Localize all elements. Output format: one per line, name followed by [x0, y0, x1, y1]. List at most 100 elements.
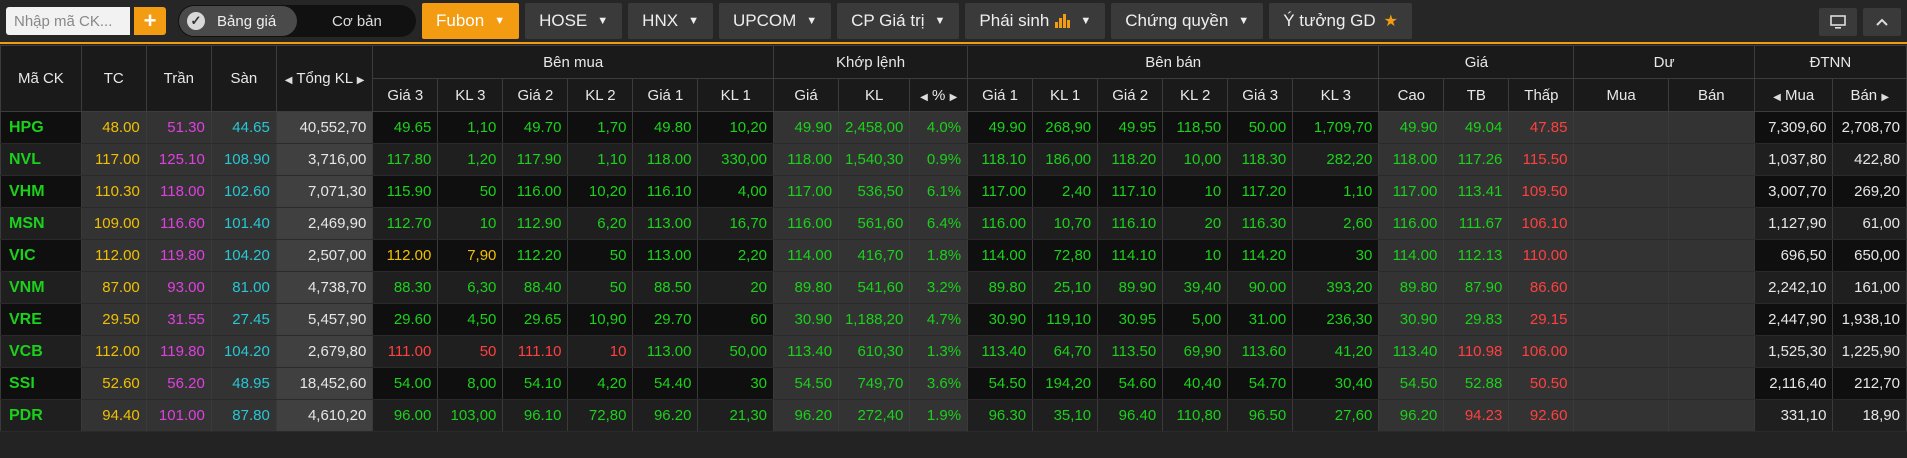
nav-label: Fubon	[436, 11, 485, 30]
table-row[interactable]: VRE 29.50 31.55 27.45 5,457,90 29.60 4,50 29.65…	[0, 303, 1907, 336]
cell-mp: 30.90	[773, 303, 840, 336]
cell-sym[interactable]: SSI	[0, 367, 82, 400]
price-board-body: HPG 48.00 51.30 44.65 40,552,70 49.65 1,10 49.7…	[0, 111, 1907, 432]
nav-chung-quyen[interactable]: Chứng quyền ▼	[1111, 3, 1264, 39]
cell-tran: 116.60	[145, 207, 212, 240]
header-group-row: Mã CK TC Trần Sàn ◀ Tổng KL ▶ Bên mua Kh…	[0, 45, 1907, 112]
table-row[interactable]: VCB 112.00 119.80 104.20 2,679,80 111.00 50 111…	[0, 335, 1907, 368]
col-high[interactable]: Cao	[1378, 78, 1445, 112]
cell-sym[interactable]: VRE	[0, 303, 82, 336]
cell-s1: 54.50	[967, 367, 1034, 400]
col-match-price[interactable]: Giá	[773, 78, 840, 112]
col-symbol[interactable]: Mã CK	[0, 45, 82, 112]
col-low[interactable]: Thấp	[1508, 78, 1575, 112]
cell-tc: 112.00	[80, 335, 147, 368]
chevron-up-icon[interactable]	[1863, 8, 1901, 36]
col-buy-vol-1[interactable]: KL 1	[697, 78, 775, 112]
cell-low: 110.00	[1508, 239, 1575, 272]
cell-sym[interactable]: VHM	[0, 175, 82, 208]
chevron-down-icon: ▼	[1080, 15, 1092, 27]
col-total-volume[interactable]: ◀ Tổng KL ▶	[275, 45, 374, 112]
col-avg[interactable]: TB	[1443, 78, 1510, 112]
cell-rbuy	[1573, 335, 1669, 368]
cell-s2: 118.20	[1097, 143, 1164, 176]
col-buy-price-2[interactable]: Giá 2	[502, 78, 569, 112]
col-foreign-buy[interactable]: ◀ Mua	[1753, 78, 1834, 112]
cell-sym[interactable]: VCB	[0, 335, 82, 368]
caret-right-icon[interactable]: ▶	[1881, 92, 1889, 103]
cell-sym[interactable]: HPG	[0, 111, 82, 144]
table-row[interactable]: HPG 48.00 51.30 44.65 40,552,70 49.65 1,10 49.7…	[0, 111, 1907, 144]
col-ref[interactable]: TC	[80, 45, 147, 112]
caret-left-icon[interactable]: ◀	[285, 75, 293, 86]
cell-sym[interactable]: PDR	[0, 399, 82, 432]
cell-rbuy	[1573, 143, 1669, 176]
cell-bk2: 6,20	[567, 207, 634, 240]
col-sell-price-1[interactable]: Giá 1	[967, 78, 1034, 112]
cell-tc: 109.00	[80, 207, 147, 240]
symbol-search-input[interactable]	[6, 7, 130, 35]
cell-b2: 112.20	[502, 239, 569, 272]
col-residual-sell[interactable]: Bán	[1667, 78, 1755, 112]
monitor-icon[interactable]	[1819, 8, 1857, 36]
cell-s1: 113.40	[967, 335, 1034, 368]
cell-b1: 96.20	[632, 399, 699, 432]
cell-b2: 96.10	[502, 399, 569, 432]
col-buy-vol-2[interactable]: KL 2	[567, 78, 634, 112]
col-buy-price-1[interactable]: Giá 1	[632, 78, 699, 112]
table-row[interactable]: VIC 112.00 119.80 104.20 2,507,00 112.00 7,90 1…	[0, 239, 1907, 272]
col-sell-price-2[interactable]: Giá 2	[1097, 78, 1164, 112]
cell-sym[interactable]: MSN	[0, 207, 82, 240]
col-residual-buy[interactable]: Mua	[1573, 78, 1669, 112]
cell-sym[interactable]: NVL	[0, 143, 82, 176]
col-match-pct[interactable]: ◀ % ▶	[909, 78, 969, 112]
nav-hose[interactable]: HOSE ▼	[525, 3, 623, 39]
nav-upcom[interactable]: UPCOM ▼	[718, 3, 832, 39]
cell-fsell: 161,00	[1832, 271, 1907, 304]
table-row[interactable]: VNM 87.00 93.00 81.00 4,738,70 88.30 6,30 88.40…	[0, 271, 1907, 304]
nav-phai-sinh[interactable]: Phái sinh ▼	[965, 3, 1106, 39]
cell-sym[interactable]: VIC	[0, 239, 82, 272]
cell-b1: 113.00	[632, 335, 699, 368]
toggle-basic[interactable]: Cơ bản	[332, 13, 382, 30]
view-toggle[interactable]: ✓ Bảng giá Cơ bản	[178, 5, 416, 37]
cell-sk1: 25,10	[1032, 271, 1099, 304]
add-symbol-button[interactable]: +	[134, 7, 166, 35]
nav-label: Phái sinh	[979, 11, 1050, 30]
cell-b1: 49.80	[632, 111, 699, 144]
nav-fubon[interactable]: Fubon ▼	[422, 3, 520, 39]
cell-pct: 3.6%	[909, 367, 969, 400]
col-sell-price-3[interactable]: Giá 3	[1227, 78, 1294, 112]
table-row[interactable]: MSN 109.00 116.60 101.40 2,469,90 112.70 10 112…	[0, 207, 1907, 240]
table-row[interactable]: NVL 117.00 125.10 108.90 3,716,00 117.80 1,20 1…	[0, 143, 1907, 176]
nav-y-tuong-gd[interactable]: Ý tưởng GD ★	[1269, 3, 1412, 39]
caret-right-icon[interactable]: ▶	[357, 75, 365, 86]
col-foreign-sell[interactable]: Bán ▶	[1832, 78, 1907, 112]
caret-left-icon[interactable]: ◀	[1773, 92, 1781, 103]
cell-low: 106.10	[1508, 207, 1575, 240]
cell-s1: 116.00	[967, 207, 1034, 240]
table-row[interactable]: PDR 94.40 101.00 87.80 4,610,20 96.00 103,00 96…	[0, 399, 1907, 432]
cell-sym[interactable]: VNM	[0, 271, 82, 304]
cell-fsell: 18,90	[1832, 399, 1907, 432]
cell-avg: 117.26	[1443, 143, 1510, 176]
caret-left-icon[interactable]: ◀	[920, 92, 928, 103]
cell-san: 102.60	[210, 175, 277, 208]
col-buy-vol-3[interactable]: KL 3	[437, 78, 504, 112]
cell-san: 48.95	[210, 367, 277, 400]
col-buy-price-3[interactable]: Giá 3	[372, 78, 439, 112]
toggle-price-board[interactable]: ✓ Bảng giá	[179, 6, 297, 36]
nav-hnx[interactable]: HNX ▼	[628, 3, 713, 39]
col-sell-vol-2[interactable]: KL 2	[1162, 78, 1229, 112]
col-floor[interactable]: Sàn	[210, 45, 277, 112]
nav-cp-gia-tri[interactable]: CP Giá trị ▼	[837, 3, 960, 39]
table-row[interactable]: SSI 52.60 56.20 48.95 18,452,60 54.00 8,00 54.1…	[0, 367, 1907, 400]
cell-fbuy: 2,116,40	[1753, 367, 1834, 400]
col-match-vol[interactable]: KL	[838, 78, 911, 112]
col-sell-vol-3[interactable]: KL 3	[1292, 78, 1380, 112]
table-row[interactable]: VHM 110.30 118.00 102.60 7,071,30 115.90 50 116…	[0, 175, 1907, 208]
col-sell-vol-1[interactable]: KL 1	[1032, 78, 1099, 112]
cell-bk2: 50	[567, 239, 634, 272]
col-ceil[interactable]: Trần	[145, 45, 212, 112]
caret-right-icon[interactable]: ▶	[950, 92, 958, 103]
